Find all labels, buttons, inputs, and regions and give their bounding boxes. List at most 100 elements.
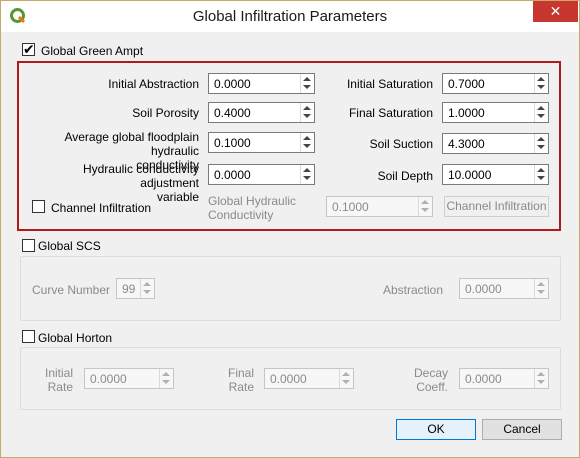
initial-rate-value: 0.0000 bbox=[90, 372, 127, 386]
arrow-up-icon[interactable] bbox=[303, 136, 311, 140]
global-hydraulic-conductivity-spinbox[interactable]: 0.1000 bbox=[326, 196, 433, 217]
avg-floodplain-conductivity-value: 0.1000 bbox=[214, 136, 251, 150]
arrow-down-icon[interactable] bbox=[421, 208, 429, 212]
arrow-up-icon[interactable] bbox=[421, 200, 429, 204]
final-rate-label: Final Rate bbox=[213, 366, 254, 394]
arrow-up-icon[interactable] bbox=[537, 137, 545, 141]
soil-suction-spinbox[interactable]: 4.3000 bbox=[442, 133, 549, 154]
spin-arrows[interactable] bbox=[418, 197, 432, 216]
cancel-button[interactable]: Cancel bbox=[482, 419, 562, 440]
spin-arrows[interactable] bbox=[300, 103, 314, 122]
initial-saturation-value: 0.7000 bbox=[448, 77, 485, 91]
spin-arrows[interactable] bbox=[534, 74, 548, 93]
check-icon: ✔ bbox=[23, 41, 35, 57]
curve-number-spinbox[interactable]: 99 bbox=[116, 278, 155, 299]
soil-depth-spinbox[interactable]: 10.0000 bbox=[442, 164, 549, 185]
arrow-down-icon[interactable] bbox=[537, 85, 545, 89]
decay-coeff-value: 0.0000 bbox=[465, 372, 502, 386]
curve-number-label: Curve Number bbox=[32, 283, 111, 297]
spin-arrows[interactable] bbox=[300, 74, 314, 93]
global-hydraulic-conductivity-value: 0.1000 bbox=[332, 200, 369, 214]
initial-abstraction-spinbox[interactable]: 0.0000 bbox=[208, 73, 315, 94]
arrow-down-icon[interactable] bbox=[537, 145, 545, 149]
decay-coeff-label-line1: Decay bbox=[413, 366, 448, 380]
ok-button[interactable]: OK bbox=[396, 419, 476, 440]
soil-porosity-value: 0.4000 bbox=[214, 106, 251, 120]
arrow-down-icon[interactable] bbox=[537, 290, 545, 294]
arrow-up-icon[interactable] bbox=[162, 372, 170, 376]
spin-arrows[interactable] bbox=[300, 133, 314, 152]
arrow-down-icon[interactable] bbox=[303, 176, 311, 180]
initial-saturation-label: Initial Saturation bbox=[346, 77, 433, 91]
abstraction-spinbox[interactable]: 0.0000 bbox=[459, 278, 549, 299]
soil-porosity-label: Soil Porosity bbox=[132, 106, 199, 120]
arrow-up-icon[interactable] bbox=[537, 168, 545, 172]
arrow-down-icon[interactable] bbox=[342, 380, 350, 384]
arrow-up-icon[interactable] bbox=[303, 168, 311, 172]
spin-arrows[interactable] bbox=[534, 134, 548, 153]
final-saturation-label: Final Saturation bbox=[348, 106, 433, 120]
initial-rate-label-line1: Initial bbox=[44, 366, 73, 380]
conductivity-adjustment-value: 0.0000 bbox=[214, 168, 251, 182]
arrow-up-icon[interactable] bbox=[537, 282, 545, 286]
curve-number-value: 99 bbox=[122, 282, 136, 296]
spin-arrows[interactable] bbox=[534, 279, 548, 298]
initial-abstraction-value: 0.0000 bbox=[214, 77, 251, 91]
arrow-up-icon[interactable] bbox=[537, 77, 545, 81]
title-bar: Global Infiltration Parameters ✕ bbox=[1, 1, 579, 32]
scs-label: Global SCS bbox=[38, 239, 101, 253]
final-rate-label-line1: Final bbox=[227, 366, 254, 380]
channel-infiltration-button[interactable]: Channel Infiltration bbox=[444, 196, 549, 217]
soil-porosity-spinbox[interactable]: 0.4000 bbox=[208, 102, 315, 123]
spin-arrows[interactable] bbox=[534, 103, 548, 122]
soil-suction-value: 4.3000 bbox=[448, 137, 485, 151]
channel-infiltration-label: Channel Infiltration bbox=[51, 201, 152, 215]
spin-arrows[interactable] bbox=[339, 369, 353, 388]
final-rate-label-line2: Rate bbox=[228, 380, 254, 394]
soil-depth-label: Soil Depth bbox=[377, 169, 433, 183]
spin-arrows[interactable] bbox=[140, 279, 154, 298]
avg-floodplain-conductivity-spinbox[interactable]: 0.1000 bbox=[208, 132, 315, 153]
arrow-down-icon[interactable] bbox=[303, 85, 311, 89]
spin-arrows[interactable] bbox=[159, 369, 173, 388]
horton-checkbox[interactable] bbox=[22, 330, 35, 343]
initial-rate-spinbox[interactable]: 0.0000 bbox=[84, 368, 174, 389]
scs-checkbox[interactable] bbox=[22, 239, 35, 252]
final-saturation-spinbox[interactable]: 1.0000 bbox=[442, 102, 549, 123]
global-hydraulic-conductivity-label: Global Hydraulic Conductivity bbox=[208, 194, 296, 222]
arrow-up-icon[interactable] bbox=[303, 106, 311, 110]
decay-coeff-spinbox[interactable]: 0.0000 bbox=[459, 368, 549, 389]
arrow-down-icon[interactable] bbox=[537, 380, 545, 384]
conductivity-adjustment-spinbox[interactable]: 0.0000 bbox=[208, 164, 315, 185]
arrow-down-icon[interactable] bbox=[143, 290, 151, 294]
arrow-up-icon[interactable] bbox=[303, 77, 311, 81]
close-button[interactable]: ✕ bbox=[533, 1, 578, 22]
spin-arrows[interactable] bbox=[300, 165, 314, 184]
spin-arrows[interactable] bbox=[534, 165, 548, 184]
abstraction-value: 0.0000 bbox=[465, 282, 502, 296]
conductivity-adjustment-label-line1: Hydraulic conductivity adjustment bbox=[82, 162, 199, 190]
arrow-up-icon[interactable] bbox=[537, 106, 545, 110]
final-rate-spinbox[interactable]: 0.0000 bbox=[264, 368, 354, 389]
arrow-up-icon[interactable] bbox=[342, 372, 350, 376]
arrow-up-icon[interactable] bbox=[537, 372, 545, 376]
arrow-down-icon[interactable] bbox=[537, 176, 545, 180]
final-saturation-value: 1.0000 bbox=[448, 106, 485, 120]
global-hydraulic-conductivity-label-line2: Conductivity bbox=[208, 208, 274, 222]
spin-arrows[interactable] bbox=[534, 369, 548, 388]
arrow-down-icon[interactable] bbox=[303, 144, 311, 148]
abstraction-label: Abstraction bbox=[382, 283, 443, 297]
channel-infiltration-checkbox[interactable] bbox=[32, 200, 45, 213]
soil-depth-value: 10.0000 bbox=[448, 168, 492, 182]
arrow-down-icon[interactable] bbox=[162, 380, 170, 384]
dialog-window: Global Infiltration Parameters ✕ ✔ Globa… bbox=[0, 0, 580, 458]
arrow-down-icon[interactable] bbox=[303, 114, 311, 118]
arrow-up-icon[interactable] bbox=[143, 282, 151, 286]
final-rate-value: 0.0000 bbox=[270, 372, 307, 386]
arrow-down-icon[interactable] bbox=[537, 114, 545, 118]
initial-rate-label-line2: Rate bbox=[47, 380, 73, 394]
window-title: Global Infiltration Parameters bbox=[192, 8, 388, 25]
green-ampt-checkbox[interactable]: ✔ bbox=[22, 41, 35, 57]
green-ampt-label: Global Green Ampt bbox=[41, 44, 144, 58]
initial-saturation-spinbox[interactable]: 0.7000 bbox=[442, 73, 549, 94]
